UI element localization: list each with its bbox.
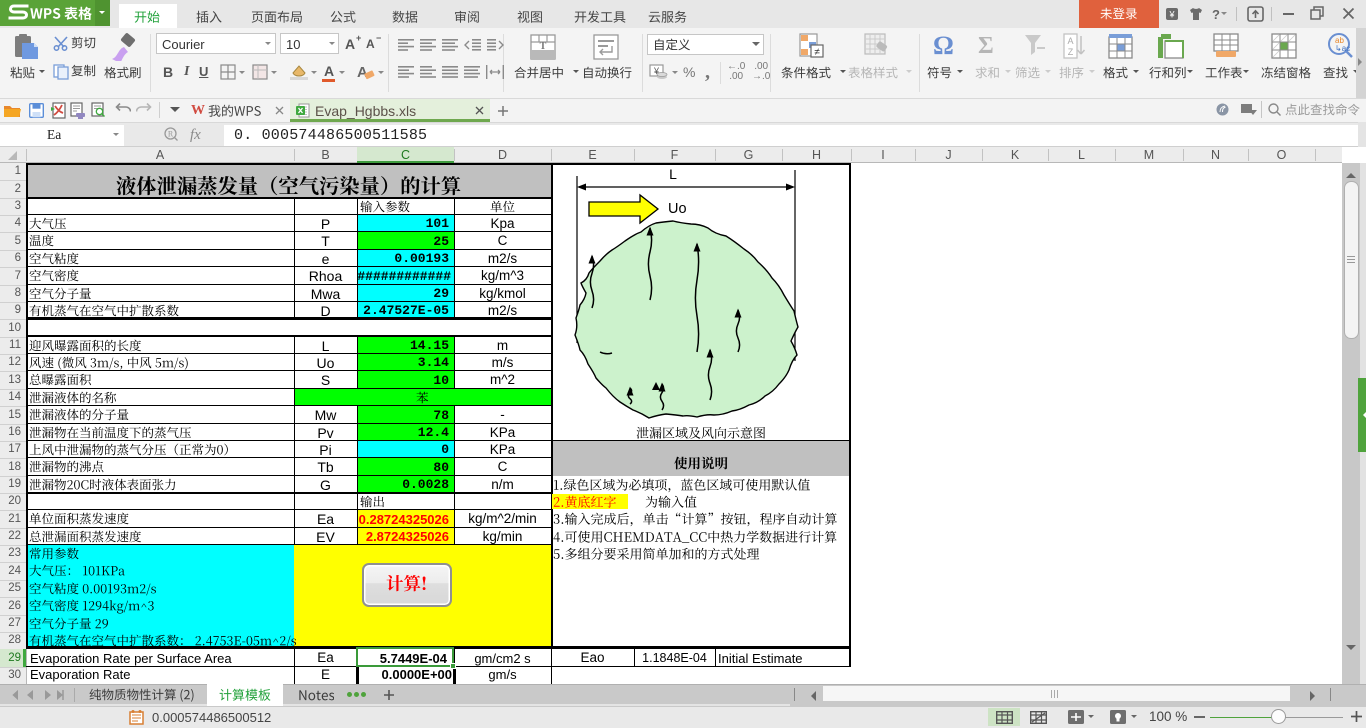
svg-text:¥: ¥ — [1168, 10, 1175, 20]
svg-text:↳ac: ↳ac — [1335, 44, 1350, 53]
svg-text:Z: Z — [1068, 47, 1074, 57]
svg-text:A: A — [1067, 36, 1073, 46]
svg-text:≠: ≠ — [814, 47, 820, 58]
svg-text:R: R — [168, 130, 174, 139]
svg-text:T: T — [540, 41, 547, 52]
